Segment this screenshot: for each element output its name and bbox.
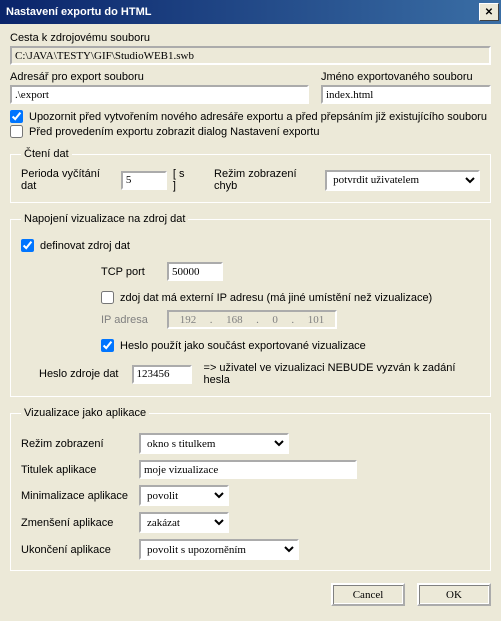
export-file-label: Jméno exportovaného souboru — [321, 71, 491, 83]
close-icon[interactable]: ✕ — [479, 3, 499, 21]
error-mode-select[interactable]: potvrdit uživatelem — [325, 170, 480, 191]
ip-address-input: 192. 168. 0. 101 — [167, 310, 337, 329]
close-mode-select[interactable]: povolit s upozorněním — [139, 539, 299, 560]
period-input[interactable] — [121, 171, 167, 190]
connection-legend: Napojení vizualizace na zdroj dat — [21, 213, 188, 225]
pwd-note: => uživatel ve vizualizaci NEBUDE vyzván… — [204, 362, 480, 386]
pwd-part-label: Heslo použít jako součást exportované vi… — [120, 340, 366, 352]
warn-label: Upozornit před vytvořením nového adresář… — [29, 111, 487, 123]
tcp-port-input[interactable] — [167, 262, 223, 281]
external-ip-label: zdoj dat má externí IP adresu (má jiné u… — [120, 292, 432, 304]
presettings-label: Před provedením exportu zobrazit dialog … — [29, 126, 319, 138]
ip-label: IP adresa — [101, 314, 161, 326]
app-title-label: Titulek aplikace — [21, 464, 129, 476]
minimize-label: Minimalizace aplikace — [21, 490, 129, 502]
minimize-select[interactable]: povolit — [139, 485, 229, 506]
app-group: Vizualizace jako aplikace Režim zobrazen… — [10, 407, 491, 571]
close-mode-label: Ukončení aplikace — [21, 544, 129, 556]
period-label: Perioda vyčítání dat — [21, 168, 115, 192]
define-source-checkbox[interactable] — [21, 239, 34, 252]
export-dir-label: Adresář pro export souboru — [10, 71, 309, 83]
export-dir-input[interactable] — [10, 85, 309, 104]
app-legend: Vizualizace jako aplikace — [21, 407, 149, 419]
window-title: Nastavení exportu do HTML — [6, 6, 151, 18]
display-mode-select[interactable]: okno s titulkem — [139, 433, 289, 454]
source-path-label: Cesta k zdrojovému souboru — [10, 32, 491, 44]
period-unit: [ s ] — [173, 168, 190, 192]
source-path-input — [10, 46, 491, 65]
pwd-part-checkbox[interactable] — [101, 339, 114, 352]
pwd-label: Heslo zdroje dat — [39, 368, 126, 380]
cancel-button[interactable]: Cancel — [331, 583, 405, 606]
external-ip-checkbox[interactable] — [101, 291, 114, 304]
export-file-input[interactable] — [321, 85, 491, 104]
app-title-input[interactable] — [139, 460, 357, 479]
ok-button[interactable]: OK — [417, 583, 491, 606]
error-mode-label: Režim zobrazení chyb — [214, 168, 319, 192]
warn-checkbox[interactable] — [10, 110, 23, 123]
display-mode-label: Režim zobrazení — [21, 438, 129, 450]
resize-select[interactable]: zakázat — [139, 512, 229, 533]
reading-legend: Čtení dat — [21, 148, 72, 160]
presettings-checkbox[interactable] — [10, 125, 23, 138]
connection-group: Napojení vizualizace na zdroj dat defino… — [10, 213, 491, 397]
pwd-input[interactable] — [132, 365, 192, 384]
define-source-label: definovat zdroj dat — [40, 240, 130, 252]
reading-group: Čtení dat Perioda vyčítání dat [ s ] Rež… — [10, 148, 491, 203]
resize-label: Zmenšení aplikace — [21, 517, 129, 529]
tcp-port-label: TCP port — [101, 266, 161, 278]
